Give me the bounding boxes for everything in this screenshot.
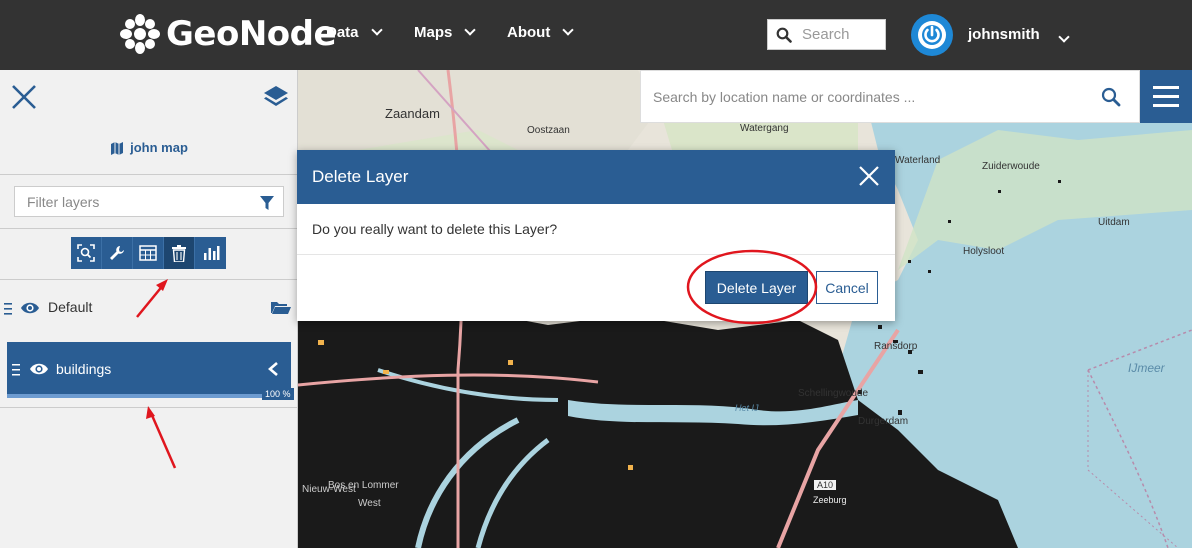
brand-name: GeoNode xyxy=(166,14,337,54)
map-label: Het IJ xyxy=(735,403,759,413)
power-icon xyxy=(918,21,946,49)
map-label: IJmeer xyxy=(1128,361,1165,375)
search-icon[interactable] xyxy=(1101,87,1121,107)
map-label: Waterland xyxy=(895,155,941,166)
zoom-to-layer-button[interactable] xyxy=(71,237,102,269)
top-navbar: GeoNode Data Maps About johnsmith xyxy=(0,0,1192,70)
geonode-logo[interactable]: GeoNode xyxy=(118,12,337,56)
cancel-button[interactable]: Cancel xyxy=(816,271,878,304)
drag-handle-icon[interactable] xyxy=(4,302,12,316)
map-label: Zeeburg xyxy=(813,495,847,505)
eye-icon[interactable] xyxy=(29,362,49,376)
close-icon[interactable] xyxy=(10,83,38,111)
burger-line xyxy=(1153,86,1179,89)
dialog-header: Delete Layer xyxy=(297,150,895,204)
map-icon xyxy=(111,141,124,155)
user-menu-chevron[interactable] xyxy=(1052,28,1070,46)
map-label: Oostzaan xyxy=(527,125,570,136)
opacity-slider-fill xyxy=(7,394,291,398)
divider xyxy=(0,228,298,229)
nav-maps-menu[interactable]: Maps xyxy=(414,24,477,41)
burger-line xyxy=(1153,104,1179,107)
map-label: Uitdam xyxy=(1098,217,1130,228)
filter-layers xyxy=(14,186,284,217)
nav-about-menu[interactable]: About xyxy=(507,24,574,41)
layer-group-default[interactable]: Default xyxy=(0,295,298,321)
divider xyxy=(0,174,298,175)
map-label: A10 xyxy=(814,480,837,490)
site-search-input[interactable] xyxy=(802,26,882,43)
layer-settings-button[interactable] xyxy=(102,237,133,269)
close-icon[interactable] xyxy=(857,164,881,188)
map-title-label: john map xyxy=(130,140,188,155)
chevron-down-icon xyxy=(562,24,574,36)
layers-icon xyxy=(264,86,288,106)
nav-maps-label: Maps xyxy=(414,24,453,41)
dialog-title: Delete Layer xyxy=(312,167,409,186)
attribute-table-button[interactable] xyxy=(133,237,164,269)
chevron-down-icon xyxy=(464,24,477,36)
layer-item-buildings[interactable]: buildings xyxy=(7,342,291,394)
avatar[interactable] xyxy=(911,14,953,56)
map-label: Zaandam xyxy=(385,106,440,121)
opacity-label: 100 % xyxy=(262,388,294,400)
panel-header xyxy=(0,70,298,125)
nav-data-menu[interactable]: Data xyxy=(326,24,383,41)
divider xyxy=(0,279,298,280)
map-label: Nieuw-West xyxy=(302,484,356,495)
filter-icon xyxy=(260,196,274,210)
trash-icon xyxy=(172,244,186,262)
wrench-icon xyxy=(110,246,124,260)
layer-charts-button[interactable] xyxy=(195,237,226,269)
burger-menu-button[interactable] xyxy=(1140,70,1192,123)
filter-layers-input[interactable] xyxy=(27,193,247,210)
map-label: West xyxy=(358,498,381,509)
map-label: Durgerdam xyxy=(858,416,909,427)
nav-about-label: About xyxy=(507,24,551,41)
map-label: Holysloot xyxy=(963,246,1005,257)
group-name: Default xyxy=(48,299,93,315)
map-search-input[interactable] xyxy=(653,88,1093,105)
dialog-message: Do you really want to delete this Layer? xyxy=(312,221,558,237)
search-icon xyxy=(776,27,792,43)
map-title: john map xyxy=(0,140,298,155)
username[interactable]: johnsmith xyxy=(968,26,1040,43)
nav-data-label: Data xyxy=(326,24,359,41)
chevron-down-icon xyxy=(370,24,383,36)
burger-line xyxy=(1153,95,1179,98)
table-icon xyxy=(139,245,157,261)
chevron-left-icon[interactable] xyxy=(267,362,279,376)
chevron-down-icon xyxy=(1058,31,1070,43)
layers-panel: john map Filter layers Default buildings… xyxy=(0,70,298,548)
geonode-flower-icon xyxy=(120,14,160,54)
layer-toolbar xyxy=(71,237,226,269)
map-label: Zuiderwoude xyxy=(982,161,1040,172)
bar-chart-icon xyxy=(203,246,219,260)
map-search-bar xyxy=(640,70,1140,123)
eye-icon[interactable] xyxy=(20,301,40,315)
map-label: Schellingwoude xyxy=(798,388,869,399)
layer-name: buildings xyxy=(56,361,112,377)
map-label: Ransdorp xyxy=(874,341,918,352)
folder-open-icon[interactable] xyxy=(271,300,291,314)
drag-handle-icon[interactable] xyxy=(12,364,20,376)
site-search xyxy=(767,19,886,50)
delete-layer-button[interactable] xyxy=(164,237,195,269)
confirm-delete-button[interactable]: Delete Layer xyxy=(705,271,808,304)
map-label: Watergang xyxy=(740,123,789,134)
delete-layer-dialog: Delete Layer Do you really want to delet… xyxy=(297,150,895,321)
opacity-slider[interactable] xyxy=(7,394,291,398)
zoom-extent-icon xyxy=(77,244,95,262)
divider xyxy=(297,254,895,255)
divider xyxy=(0,407,298,408)
